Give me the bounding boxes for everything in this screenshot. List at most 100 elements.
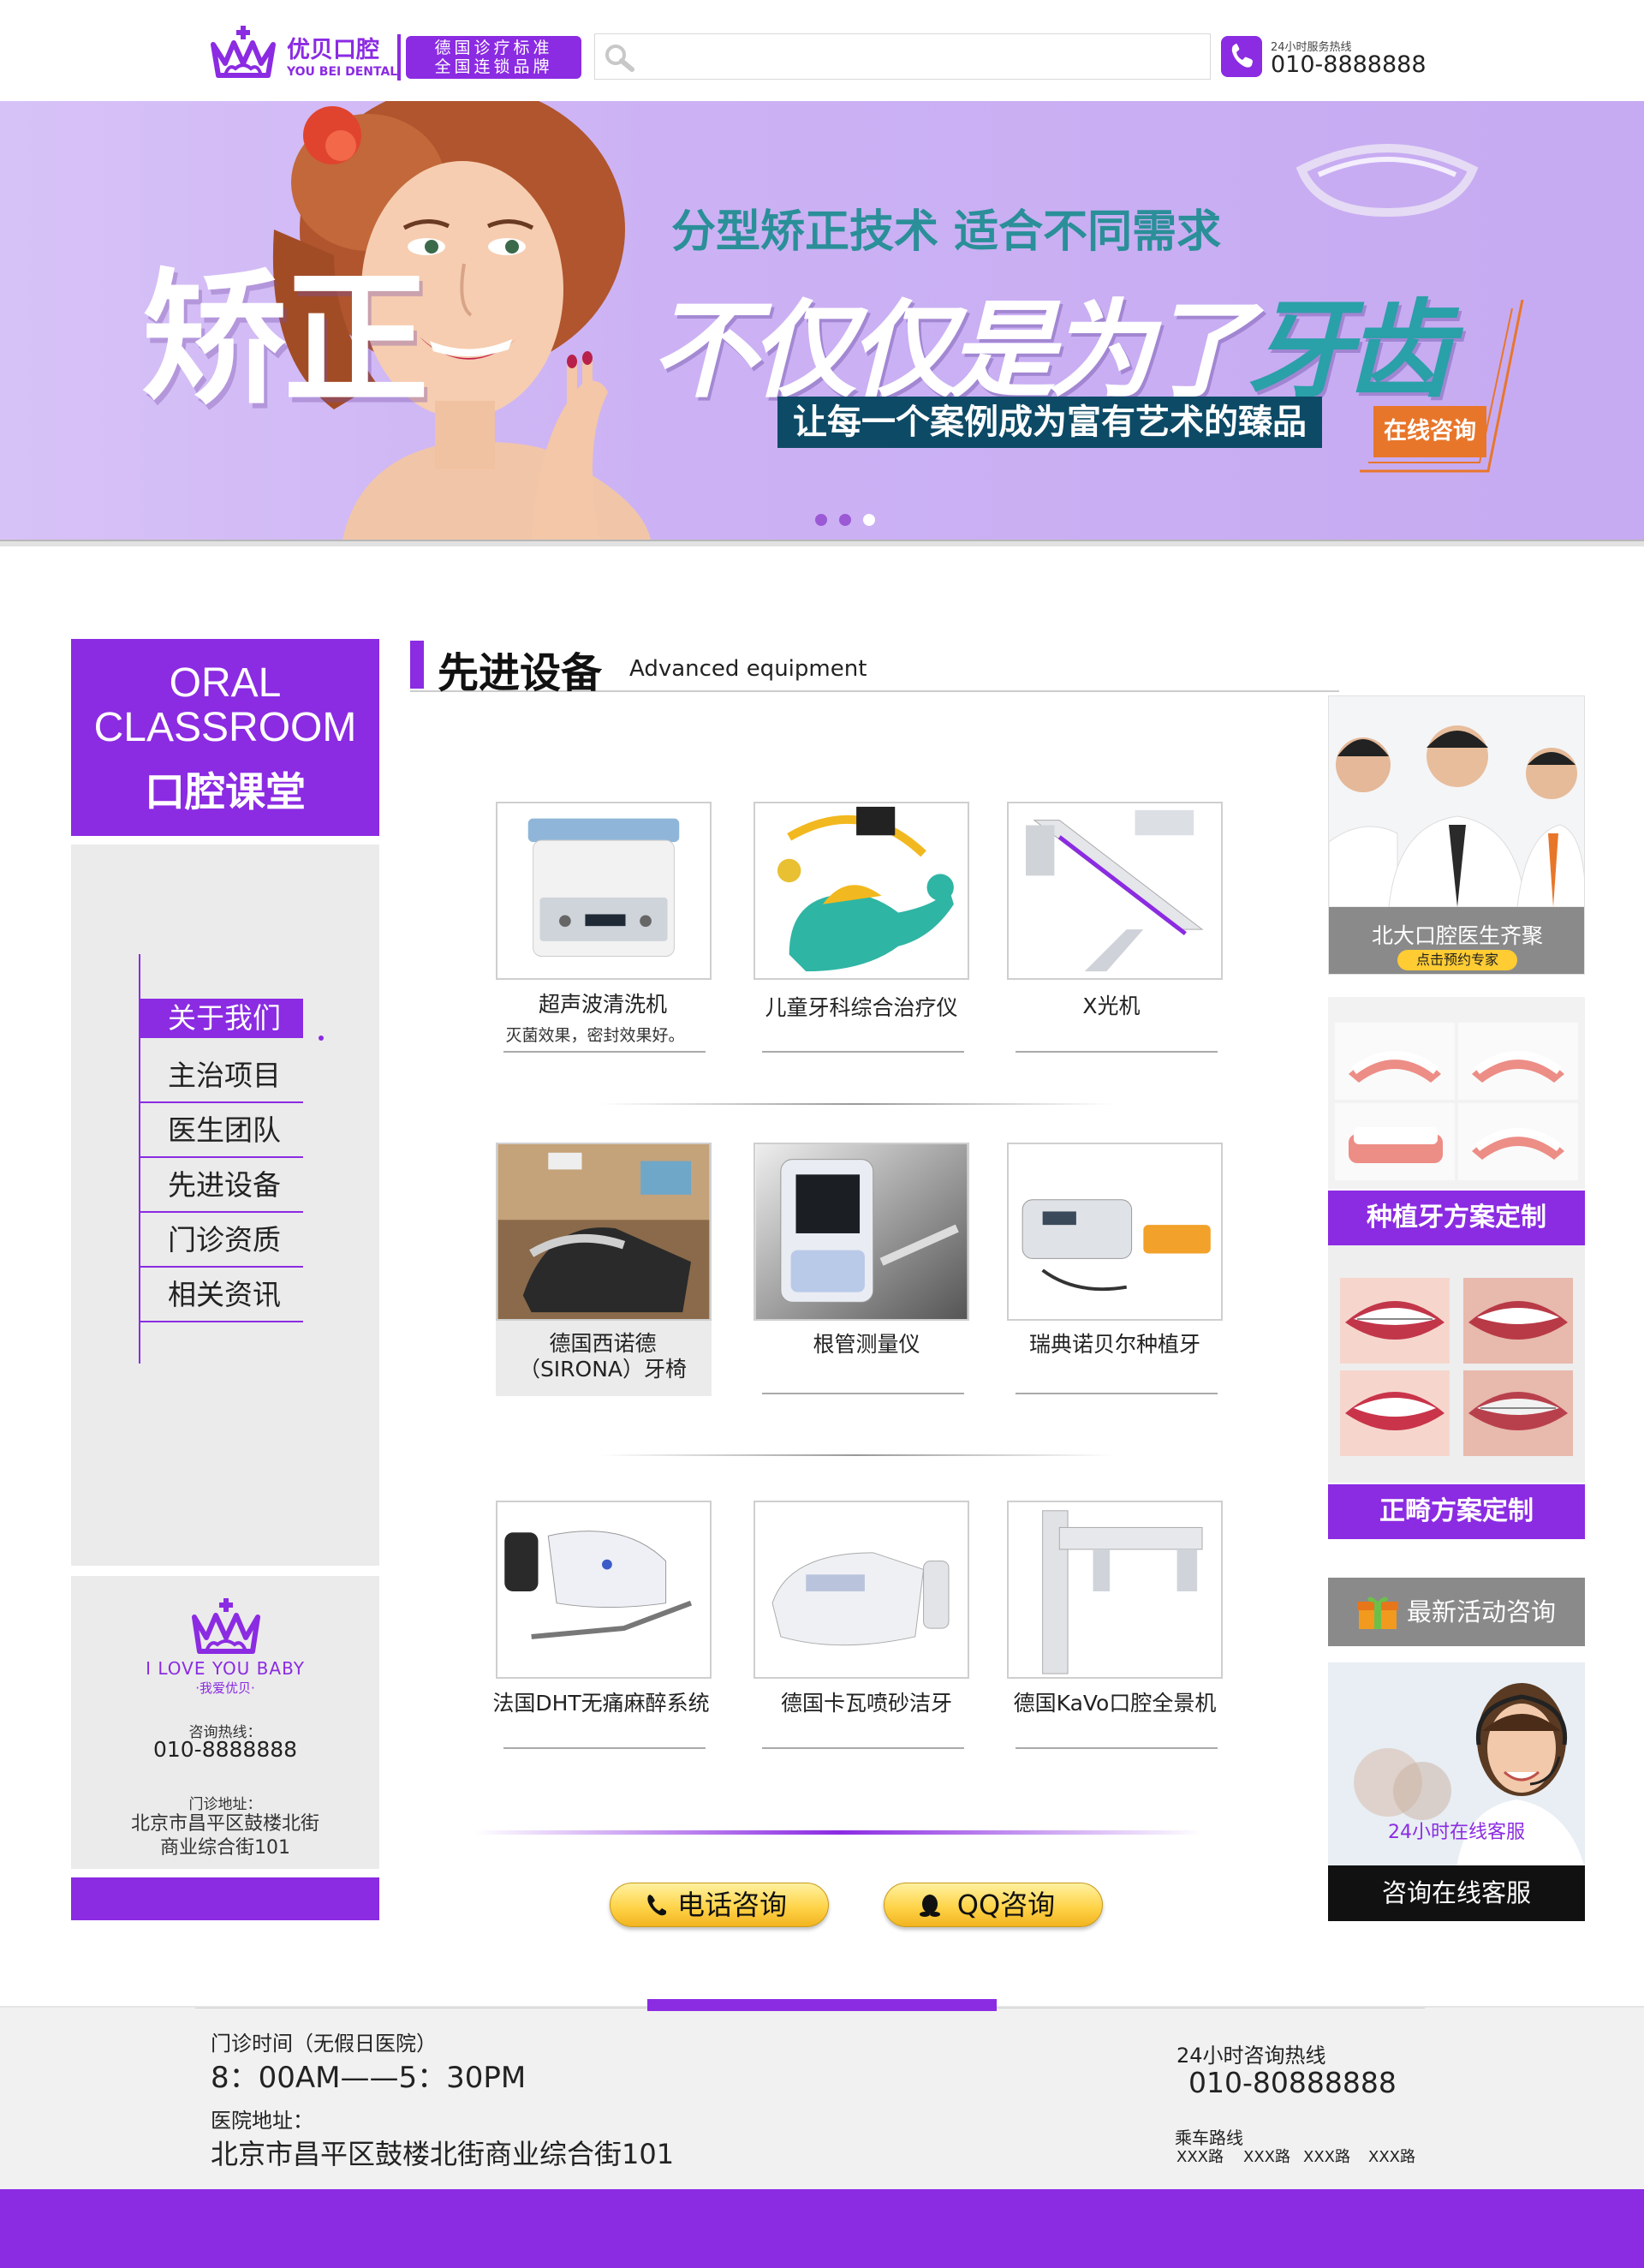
caption-underline (1016, 1747, 1218, 1749)
ortho-plan-button[interactable]: 正畸方案定制 (1328, 1484, 1585, 1539)
equipment-name-line2: （SIRONA）牙椅 (518, 1357, 688, 1382)
footer-hotline: 010-80888888 (1188, 2066, 1397, 2099)
equipment-card-nobel-implant[interactable] (1007, 1143, 1223, 1321)
contact-address: 北京市昌平区鼓楼北街 商业综合街101 (71, 1812, 379, 1860)
row-divider (599, 1103, 1113, 1105)
section-title-cn: 先进设备 (438, 649, 603, 697)
equipment-name: 瑞典诺贝尔种植牙 (1028, 1332, 1200, 1357)
support-24h-text: 24小时在线客服 (1388, 1822, 1525, 1843)
phone-consult-button[interactable]: 电话咨询 (610, 1883, 829, 1927)
doctors-photo (1329, 696, 1584, 907)
contact-address-line2: 商业综合街101 (160, 1837, 290, 1859)
footer-route-3: XXX路 (1303, 2148, 1350, 2166)
sidebar-item-doctors[interactable]: 医生团队 (139, 1103, 303, 1158)
equipment-card-xray[interactable] (1007, 802, 1223, 980)
footer-route-1: XXX路 (1176, 2148, 1224, 2166)
sidebar-item-equipment[interactable]: 先进设备 (139, 1158, 303, 1213)
sidebar-item-treatments[interactable]: 主治项目 (139, 1048, 303, 1103)
logo-name-cn: 优贝口腔 (287, 37, 379, 63)
carousel-dots (815, 514, 884, 531)
row-divider (599, 1454, 1113, 1456)
search-icon[interactable] (602, 41, 636, 75)
online-support-button[interactable]: 咨询在线客服 (1328, 1865, 1585, 1921)
carousel-dot-3[interactable] (863, 514, 875, 526)
latest-activity-label: 最新活动咨询 (1407, 1597, 1557, 1626)
footer: 门诊时间（无假日医院） 8：00AM——5：30PM 医院地址： 北京市昌平区鼓… (0, 2006, 1644, 2189)
xray-machine-image (1009, 803, 1221, 978)
hero-banner[interactable]: 矫正 分型矫正技术 适合不同需求 不仅仅是为了牙齿 让每一个案例成为富有艺术的臻… (0, 101, 1644, 540)
sidebar-contact-box: I LOVE YOU BABY ·我爱优贝· 咨询热线： 010-8888888… (71, 1576, 379, 1869)
phone-consult-label: 电话咨询 (676, 1889, 787, 1921)
online-consult-button[interactable]: 在线咨询 (1373, 406, 1486, 457)
banner-main-word: 矫正 (141, 255, 429, 425)
caption-underline (762, 1051, 964, 1053)
banner-subtitle: 分型矫正技术 适合不同需求 (671, 206, 1222, 258)
banner-divider (0, 540, 1644, 546)
equipment-name: X光机 (1082, 994, 1141, 1018)
book-expert-button[interactable]: 点击预约专家 (1397, 950, 1517, 970)
footer-route-2: XXX路 (1243, 2148, 1290, 2166)
ultrasonic-cleaner-image (497, 803, 710, 978)
search-input[interactable] (643, 34, 1200, 79)
footer-route-4: XXX路 (1368, 2148, 1415, 2166)
equipment-name: 德国西诺德 （SIRONA）牙椅 (474, 1331, 731, 1382)
sidebar-item-about[interactable]: 关于我们 (139, 999, 303, 1038)
classroom-title-en-line2: CLASSROOM (93, 705, 357, 750)
carousel-dot-2[interactable] (839, 514, 851, 526)
equipment-card-sirona-chair[interactable] (496, 1143, 712, 1321)
carousel-dot-1[interactable] (815, 514, 827, 526)
search-box (594, 33, 1211, 80)
phone-icon (647, 1895, 666, 1916)
gift-icon (1357, 1597, 1398, 1629)
equipment-name: 法国DHT无痛麻醉系统 (492, 1691, 710, 1716)
aligner-image (1296, 144, 1479, 218)
logo[interactable]: 优贝口腔 YOU BEI DENTAL (208, 26, 398, 86)
banner-headline: 不仅仅是为了牙齿 (651, 264, 1452, 418)
sidebar-bottom-bar (71, 1877, 379, 1920)
equipment-card-kavo-airflow[interactable] (754, 1501, 969, 1679)
equipment-name-line1: 德国西诺德 (549, 1331, 657, 1356)
air-polishing-device-image (755, 1502, 968, 1677)
doctors-title: 北大口腔医生齐聚 (1371, 923, 1543, 948)
sirona-dental-chair-image (497, 1144, 710, 1319)
classroom-title-cn: 口腔课堂 (145, 769, 306, 816)
root-canal-meter-image (755, 1144, 968, 1319)
equipment-name: 德国卡瓦喷砂洁牙 (780, 1691, 952, 1716)
caption-underline (762, 1747, 964, 1749)
equipment-desc: 灭菌效果，密封效果好。 (505, 1026, 685, 1045)
qq-consult-button[interactable]: QQ咨询 (884, 1883, 1103, 1927)
implant-plan-button[interactable]: 种植牙方案定制 (1328, 1191, 1585, 1245)
ortho-promo-image[interactable] (1328, 1245, 1585, 1483)
implant-promo-image[interactable] (1328, 997, 1585, 1189)
section-header: 先进设备 Advanced equipment (410, 639, 1339, 697)
caption-underline (503, 1747, 706, 1749)
footer-address-label: 医院地址： (211, 2109, 313, 2133)
equipment-card-dht-anesthesia[interactable] (496, 1501, 712, 1679)
sidebar-item-news[interactable]: 相关资讯 (139, 1268, 303, 1322)
anesthesia-system-image (497, 1502, 710, 1677)
slogan-line-2: 全国连锁品牌 (434, 57, 553, 76)
menu-active-dot (319, 1036, 324, 1041)
doctors-promo-card[interactable]: 北大口腔医生齐聚 点击预约专家 (1328, 695, 1585, 975)
classroom-title-en-line1: ORAL (169, 660, 282, 706)
equipment-card-kavo-panoramic[interactable] (1007, 1501, 1223, 1679)
qq-penguin-icon (920, 1895, 940, 1917)
love-slogan: I LOVE YOU BABY (146, 1658, 305, 1679)
qq-consult-label: QQ咨询 (956, 1889, 1056, 1921)
latest-activity-button[interactable]: 最新活动咨询 (1328, 1578, 1585, 1646)
equipment-name: 德国KaVo口腔全景机 (1013, 1691, 1217, 1716)
equipment-name: 根管测量仪 (813, 1332, 920, 1357)
logo-name-en: YOU BEI DENTAL (287, 65, 398, 79)
contact-hotline: 010-8888888 (152, 1737, 298, 1762)
classroom-title-en: ORAL CLASSROOM (71, 661, 379, 750)
section-marker (410, 641, 424, 689)
implant-device-image (1009, 1144, 1221, 1319)
equipment-card-apex-locator[interactable] (754, 1143, 969, 1321)
equipment-card-ultrasonic-cleaner[interactable] (496, 802, 712, 980)
sidebar-item-qualifications[interactable]: 门诊资质 (139, 1213, 303, 1268)
equipment-card-kids-dental-unit[interactable] (754, 802, 969, 980)
braces-smile-image (1328, 1245, 1585, 1483)
footer-hotline-label: 24小时咨询热线 (1176, 2044, 1326, 2068)
contact-address-label: 门诊地址： (188, 1796, 262, 1813)
caption-underline (1016, 1393, 1218, 1394)
